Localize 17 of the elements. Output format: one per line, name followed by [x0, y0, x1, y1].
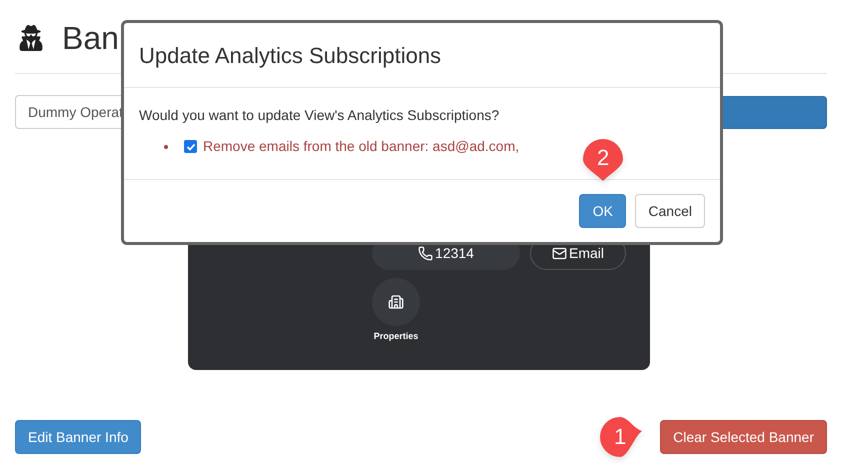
option-checkbox[interactable]	[184, 140, 197, 153]
callout-number: 1	[614, 426, 626, 448]
building-icon	[388, 294, 404, 310]
page-title: Ban	[62, 18, 119, 58]
cancel-button[interactable]: Cancel	[635, 194, 705, 228]
spy-icon	[19, 24, 43, 50]
bullet	[164, 144, 168, 148]
dialog-title: Update Analytics Subscriptions	[139, 42, 442, 70]
dialog-message: Would you want to update View's Analytics Subscriptions?	[139, 106, 500, 125]
properties-label: Properties	[374, 330, 418, 343]
mail-icon	[552, 246, 567, 260]
edit-banner-button[interactable]: Edit Banner Info	[15, 420, 142, 454]
ok-button[interactable]: OK	[579, 194, 626, 228]
clear-banner-button[interactable]: Clear Selected Banner	[660, 420, 827, 454]
properties-button[interactable]	[372, 278, 420, 326]
option-label: Remove emails from the old banner: asd@ad.com,	[203, 137, 520, 156]
callout-number: 2	[597, 147, 610, 169]
